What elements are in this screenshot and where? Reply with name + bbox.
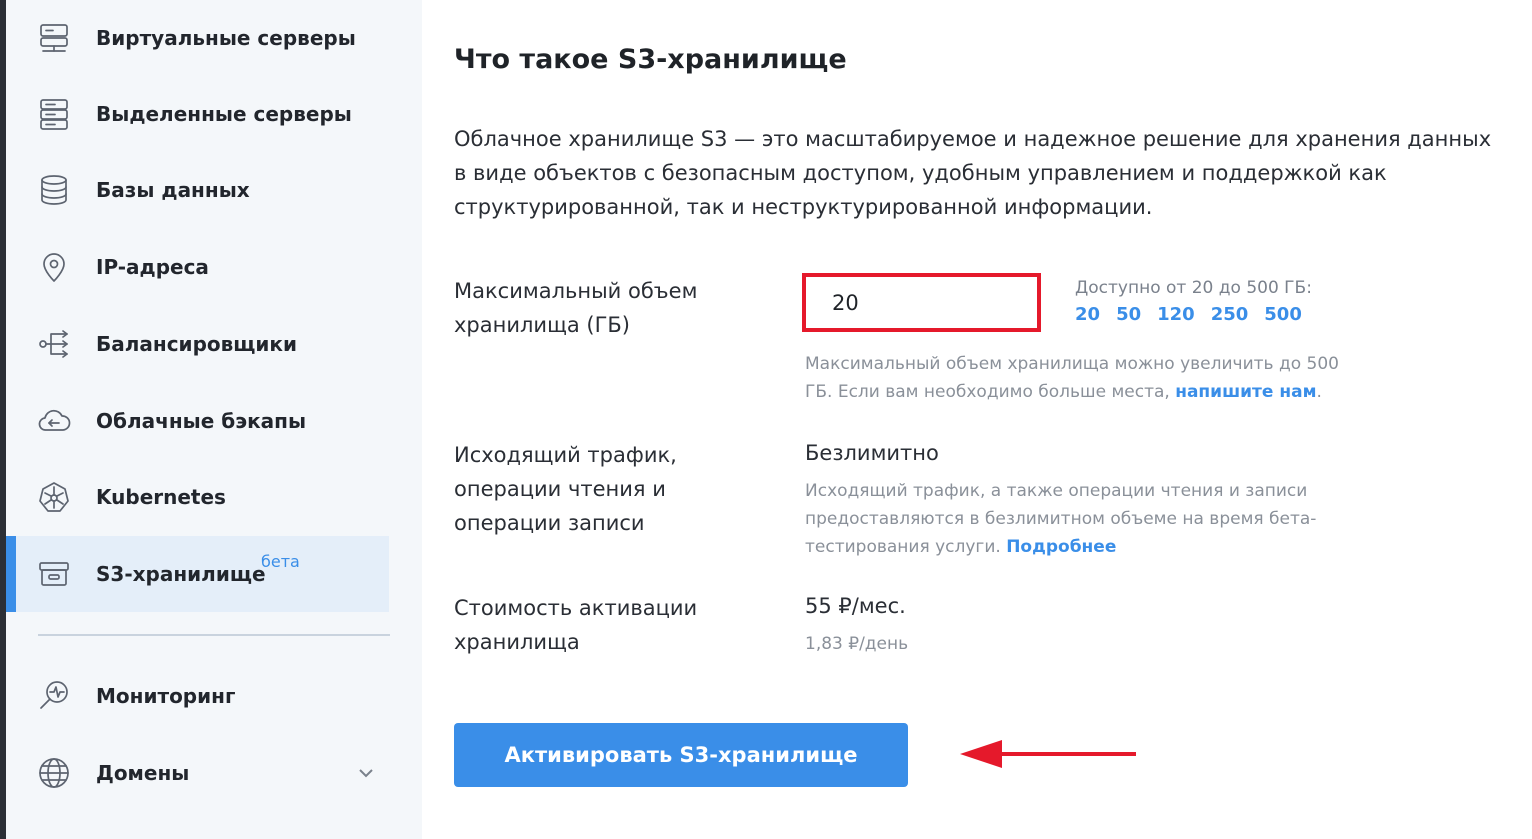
storage-box-icon: [36, 556, 72, 592]
preset-500[interactable]: 500: [1264, 304, 1302, 325]
available-range-text: Доступно от 20 до 500 ГБ:: [1075, 278, 1312, 298]
sidebar-divider: [38, 634, 390, 636]
contact-us-link[interactable]: напишите нам: [1175, 382, 1316, 402]
sidebar: Виртуальные серверы Выделенные серверы Б…: [6, 0, 422, 839]
globe-icon: [36, 755, 72, 791]
sidebar-item-label: Выделенные серверы: [96, 102, 352, 126]
storage-size-label: Максимальный объем хранилища (ГБ): [454, 279, 698, 337]
storage-hint: Максимальный объем хранилища можно увели…: [805, 350, 1365, 406]
sidebar-item-label: S3-хранилище: [96, 562, 266, 586]
preset-20[interactable]: 20: [1075, 304, 1100, 325]
sidebar-item-label: Kubernetes: [96, 485, 226, 509]
sidebar-item-kubernetes[interactable]: Kubernetes: [6, 459, 389, 535]
sidebar-item-s3-storage[interactable]: S3-хранилище бета: [6, 536, 389, 612]
sidebar-item-dedicated-servers[interactable]: Выделенные серверы: [6, 76, 389, 152]
annotation-arrow-icon: [960, 740, 1136, 768]
storage-size-input[interactable]: [806, 277, 1037, 328]
activation-cost-value: 55 ₽/мес.: [805, 594, 906, 618]
traffic-label: Исходящий трафик, операции чтения и опер…: [454, 443, 677, 535]
sidebar-item-label: Виртуальные серверы: [96, 26, 356, 50]
storage-hint-end: .: [1316, 382, 1322, 402]
main-content: Что такое S3-хранилище Облачное хранилищ…: [422, 0, 1532, 839]
storage-presets: 20 50 120 250 500: [1075, 304, 1318, 325]
sidebar-item-label: Мониторинг: [96, 684, 236, 708]
activate-s3-button[interactable]: Активировать S3-хранилище: [454, 723, 908, 787]
preset-120[interactable]: 120: [1157, 304, 1195, 325]
traffic-hint: Исходящий трафик, а также операции чтени…: [805, 477, 1365, 561]
preset-50[interactable]: 50: [1116, 304, 1141, 325]
preset-250[interactable]: 250: [1211, 304, 1249, 325]
sidebar-item-virtual-servers[interactable]: Виртуальные серверы: [6, 0, 389, 76]
page-description: Облачное хранилище S3 — это масштабируем…: [454, 127, 1492, 219]
monitoring-icon: [36, 678, 72, 714]
page-title: Что такое S3-хранилище: [454, 44, 847, 75]
sidebar-item-label: Балансировщики: [96, 332, 297, 356]
sidebar-item-monitoring[interactable]: Мониторинг: [6, 658, 389, 734]
beta-badge: бета: [261, 552, 300, 571]
dedicated-server-icon: [36, 96, 72, 132]
sidebar-item-label: IP-адреса: [96, 255, 209, 279]
sidebar-item-load-balancers[interactable]: Балансировщики: [6, 306, 389, 382]
traffic-value: Безлимитно: [805, 441, 939, 465]
sidebar-item-databases[interactable]: Базы данных: [6, 152, 389, 228]
cloud-backup-icon: [36, 403, 72, 439]
more-info-link[interactable]: Подробнее: [1006, 537, 1116, 557]
server-stack-icon: [36, 20, 72, 56]
sidebar-item-label: Домены: [96, 761, 190, 785]
sidebar-item-label: Облачные бэкапы: [96, 409, 307, 433]
sidebar-item-label: Базы данных: [96, 178, 250, 202]
cost-per-day: 1,83 ₽/день: [805, 634, 909, 654]
sidebar-item-domains[interactable]: Домены: [6, 735, 389, 811]
database-icon: [36, 172, 72, 208]
kubernetes-icon: [36, 479, 72, 515]
load-balancer-icon: [36, 326, 72, 362]
sidebar-item-ip-addresses[interactable]: IP-адреса: [6, 229, 389, 305]
activation-cost-label: Стоимость активации хранилища: [454, 596, 698, 654]
location-pin-icon: [36, 249, 72, 285]
storage-size-input-wrapper: [802, 273, 1041, 332]
chevron-down-icon[interactable]: [358, 765, 374, 781]
sidebar-item-cloud-backups[interactable]: Облачные бэкапы: [6, 383, 389, 459]
